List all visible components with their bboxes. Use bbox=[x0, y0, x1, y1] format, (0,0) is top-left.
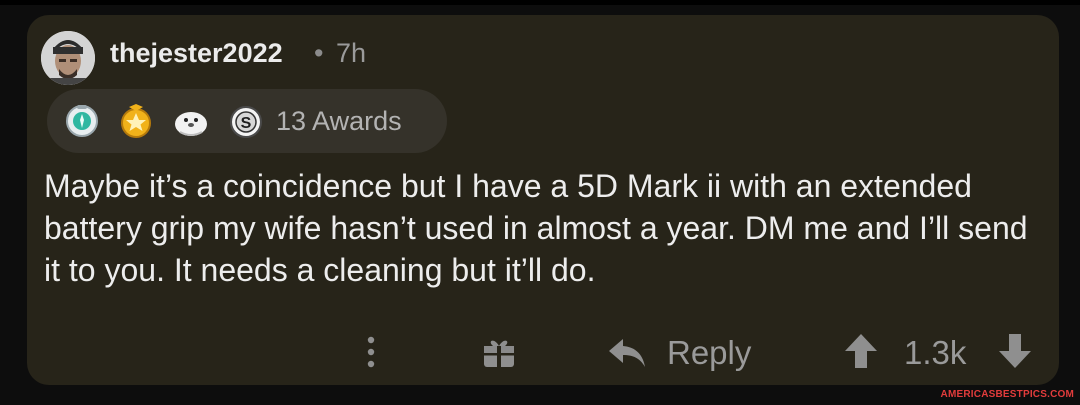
more-options-icon[interactable] bbox=[364, 332, 378, 372]
separator-dot: • bbox=[314, 38, 324, 68]
username[interactable]: thejester2022 bbox=[110, 38, 283, 69]
awards-count: 13 Awards bbox=[276, 106, 402, 136]
svg-text:S: S bbox=[241, 115, 252, 132]
upvote-arrow-icon[interactable] bbox=[844, 333, 878, 369]
comment-body: Maybe it’s a coincidence but I have a 5D… bbox=[44, 168, 1028, 288]
vote-score: 1.3k bbox=[904, 334, 967, 371]
downvote-arrow-icon[interactable] bbox=[998, 333, 1032, 369]
reply-button[interactable]: Reply bbox=[667, 334, 751, 372]
top-bar bbox=[0, 0, 1080, 5]
gift-award-icon[interactable] bbox=[482, 335, 516, 369]
gold-star-award-icon bbox=[121, 104, 151, 138]
rocket-like-award-icon bbox=[66, 105, 98, 137]
comment-timestamp: 7h bbox=[336, 38, 367, 68]
user-avatar[interactable] bbox=[41, 31, 95, 85]
reply-icon[interactable] bbox=[608, 337, 646, 369]
seal-award-icon bbox=[175, 112, 207, 136]
site-watermark: AMERICASBESTPICS.COM bbox=[940, 389, 1074, 400]
awards-pill[interactable]: S 13 Awards bbox=[47, 89, 447, 153]
silver-award-icon: S bbox=[230, 106, 262, 138]
